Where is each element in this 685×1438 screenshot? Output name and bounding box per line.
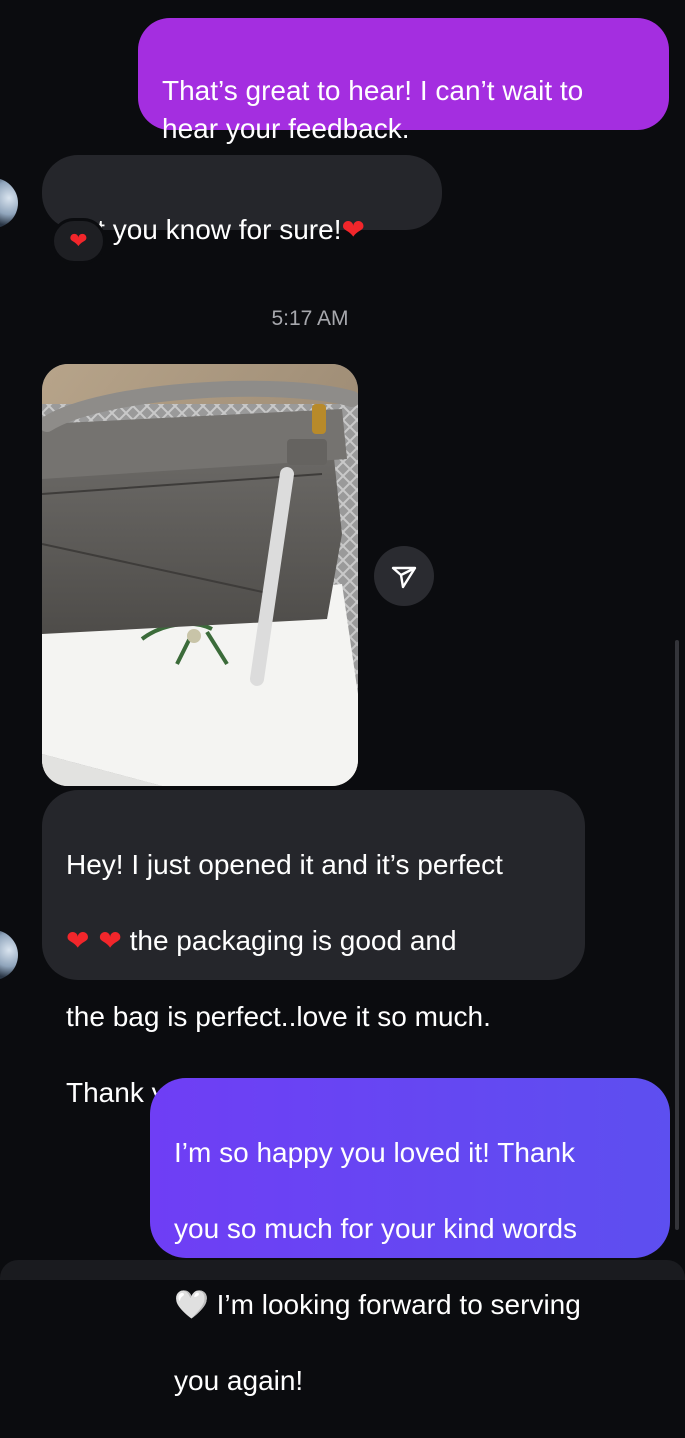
outgoing-message-top[interactable]: That’s great to hear! I can’t wait to he… bbox=[138, 18, 669, 144]
heart-icon: ❤ bbox=[69, 228, 88, 254]
bag-photo-image bbox=[42, 364, 358, 786]
message-line: you so much for your kind words bbox=[174, 1213, 578, 1244]
outgoing-message-bottom[interactable]: I’m so happy you loved it! Thank you so … bbox=[150, 1078, 670, 1396]
message-line: I’m so happy you loved it! Thank bbox=[174, 1137, 576, 1168]
message-reaction[interactable]: ❤ bbox=[51, 218, 106, 264]
heart-icon: ❤ bbox=[341, 213, 365, 246]
message-line: the bag is perfect..love it so much. bbox=[66, 1001, 491, 1032]
message-text: the packaging is good and bbox=[121, 925, 457, 956]
scrollbar[interactable] bbox=[675, 640, 679, 1230]
message-text: I’m looking forward to serving bbox=[208, 1289, 581, 1320]
message-line: Hey! I just opened it and it’s perfect bbox=[66, 849, 503, 880]
heart-icon: ❤ ❤ bbox=[66, 924, 122, 957]
message-text: Let you know for sure! bbox=[66, 214, 342, 245]
message-line: ❤ ❤ the packaging is good and bbox=[66, 922, 561, 960]
share-button[interactable] bbox=[374, 546, 434, 606]
paper-plane-icon bbox=[391, 566, 417, 589]
message-line: 🤍 I’m looking forward to serving bbox=[174, 1286, 646, 1324]
white-heart-icon: 🤍 bbox=[174, 1288, 209, 1321]
incoming-message-1[interactable]: Let you know for sure!❤ bbox=[42, 155, 442, 246]
message-text: That’s great to hear! I can’t wait to he… bbox=[162, 75, 584, 144]
shared-photo[interactable] bbox=[42, 364, 358, 786]
message-line: you again! bbox=[174, 1365, 304, 1396]
sender-avatar[interactable] bbox=[0, 178, 18, 228]
incoming-message-2[interactable]: Hey! I just opened it and it’s perfect ❤… bbox=[42, 790, 585, 1109]
message-timestamp: 5:17 AM bbox=[271, 307, 349, 330]
composer-bar[interactable] bbox=[0, 1260, 685, 1280]
sender-avatar[interactable] bbox=[0, 930, 18, 980]
